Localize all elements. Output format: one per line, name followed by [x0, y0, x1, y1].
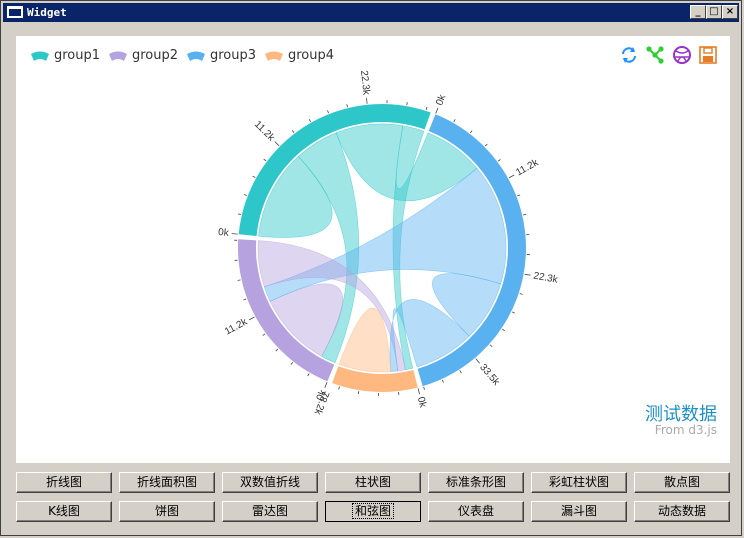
- tick-mark: [469, 130, 473, 134]
- tick-mark: [453, 119, 456, 123]
- tick-label: 0k: [415, 396, 429, 410]
- tick-mark: [501, 328, 505, 332]
- chart-canvas: group1 group2 group3 group4 0k 11.2k 22.3k 0k 1…: [16, 36, 730, 463]
- tick-mark: [441, 379, 444, 383]
- tick-mark: [237, 213, 242, 215]
- button-label: 仪表盘: [457, 504, 494, 518]
- tick-label: 33.5k: [477, 362, 502, 389]
- chart-type-button[interactable]: K线图: [16, 501, 112, 522]
- button-label: K线图: [48, 504, 80, 518]
- button-label: 标准条形图: [445, 475, 506, 489]
- chord-ribbons: [257, 123, 507, 373]
- button-label: 折线面积图: [136, 475, 197, 489]
- chart-type-button[interactable]: 饼图: [119, 501, 215, 522]
- chart-type-button[interactable]: 柱状图: [325, 472, 421, 493]
- application-window: Widget _ □ × group1 group2 group3 group4 0k…: [0, 0, 742, 536]
- tick-mark: [519, 293, 523, 295]
- tick-mark: [484, 143, 488, 147]
- tick-mark: [307, 373, 310, 377]
- tick-mark: [417, 388, 420, 395]
- tick-label: 0k: [218, 227, 231, 239]
- close-button[interactable]: ×: [722, 5, 738, 19]
- tick-label: 0k: [434, 92, 449, 107]
- tick-mark: [425, 106, 428, 110]
- chart-type-button[interactable]: 散点图: [634, 472, 730, 493]
- tick-mark: [346, 104, 348, 108]
- tick-label: 11.2k: [252, 119, 277, 144]
- tick-mark: [243, 298, 247, 301]
- tick-mark: [459, 370, 462, 374]
- tick-mark: [308, 118, 311, 122]
- chord-diagram: 0k11.2k22.3k0k11.2k0k11.2k22.3k33.5k0k78…: [218, 70, 560, 417]
- button-label: 雷达图: [251, 504, 288, 518]
- tick-mark: [291, 130, 295, 133]
- chart-type-button[interactable]: 和弦图: [325, 501, 421, 522]
- tick-mark: [327, 110, 329, 114]
- chart-type-button[interactable]: 折线图: [16, 472, 112, 493]
- tick-mark: [275, 348, 279, 352]
- tick-label: 22.3k: [532, 271, 559, 286]
- tick-mark: [406, 102, 408, 106]
- tick-label: 78.2k: [311, 389, 331, 417]
- tick-mark: [338, 386, 340, 390]
- button-label: 折线图: [45, 475, 82, 489]
- button-label: 彩虹柱状图: [548, 475, 609, 489]
- tick-label: 11.2k: [514, 157, 541, 179]
- button-label: 漏斗图: [560, 504, 597, 518]
- chart-type-button[interactable]: 动态数据: [634, 501, 730, 522]
- tick-mark: [497, 159, 501, 162]
- tick-mark: [231, 233, 238, 235]
- tick-label: 11.2k: [223, 316, 250, 337]
- tick-mark: [324, 382, 328, 388]
- tick-label: 22.3k: [358, 70, 372, 96]
- tick-mark: [366, 97, 368, 104]
- title-bar[interactable]: Widget _ □ ×: [3, 3, 739, 22]
- tick-mark: [290, 362, 294, 365]
- button-label: 饼图: [154, 504, 179, 518]
- chart-type-button[interactable]: 雷达图: [222, 501, 318, 522]
- tick-mark: [489, 344, 493, 348]
- tick-mark: [237, 279, 241, 281]
- tick-mark: [262, 333, 266, 336]
- tick-mark: [435, 107, 439, 114]
- minimize-button[interactable]: _: [690, 5, 706, 19]
- chart-type-button[interactable]: 彩虹柱状图: [531, 472, 627, 493]
- chart-type-button[interactable]: 折线面积图: [119, 472, 215, 493]
- chart-type-button[interactable]: 标准条形图: [428, 472, 524, 493]
- tick-mark: [523, 213, 527, 216]
- chart-type-button[interactable]: 漏斗图: [531, 501, 627, 522]
- tick-mark: [249, 316, 255, 321]
- app-icon: [7, 6, 23, 18]
- tick-mark: [524, 273, 531, 276]
- chart-type-button[interactable]: 仪表盘: [428, 501, 524, 522]
- tick-mark: [274, 141, 280, 147]
- maximize-button[interactable]: □: [706, 5, 722, 19]
- button-label: 散点图: [663, 475, 700, 489]
- watermark-subtitle: From d3.js: [654, 423, 717, 437]
- tick-mark: [423, 386, 425, 390]
- button-label: 双数值折线: [239, 475, 300, 489]
- button-label: 柱状图: [354, 475, 391, 489]
- tick-mark: [263, 158, 267, 162]
- chart-type-button[interactable]: 双数值折线: [222, 472, 318, 493]
- tick-mark: [512, 311, 516, 314]
- window-title: Widget: [27, 6, 67, 19]
- tick-mark: [475, 358, 480, 364]
- tick-mark: [517, 194, 521, 197]
- tick-mark: [252, 175, 256, 178]
- tick-mark: [508, 174, 515, 179]
- tick-mark: [243, 194, 247, 196]
- button-label: 动态数据: [657, 504, 706, 518]
- button-label: 和弦图: [351, 503, 395, 519]
